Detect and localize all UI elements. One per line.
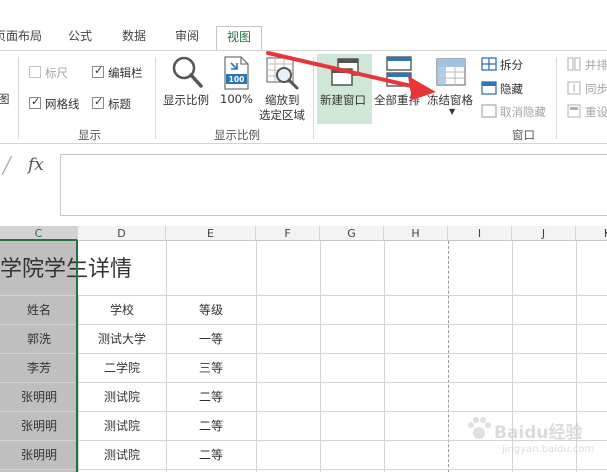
show-group-label: 显示: [78, 128, 101, 142]
header-cell-school[interactable]: 学校: [78, 296, 166, 324]
formula-buttons: ╱ fx: [0, 154, 56, 180]
reset-position-icon: [567, 104, 581, 118]
hide-icon: [481, 81, 497, 95]
column-header-row: C D E F G H I J K: [0, 226, 607, 241]
watermark-text: Baidu经验: [494, 423, 583, 443]
cell-school[interactable]: 测试院: [78, 412, 166, 440]
gridline: [0, 469, 607, 470]
cell-name[interactable]: 张明明: [0, 412, 78, 440]
freeze-panes-icon: [436, 58, 466, 86]
unhide-icon: [481, 104, 497, 118]
tab-page-layout[interactable]: 页面布局: [0, 29, 42, 49]
zoom-selection-label-1: 缩放到: [265, 93, 300, 107]
column-header-i[interactable]: I: [448, 226, 512, 241]
paw-logo-icon: [468, 417, 491, 439]
selected-column-border: [76, 241, 78, 472]
tab-view[interactable]: 视图: [216, 26, 263, 51]
new-window-label: 新建窗口: [320, 93, 366, 107]
column-header-k[interactable]: K: [576, 226, 607, 241]
gridline: [256, 241, 257, 472]
column-header-h[interactable]: H: [384, 226, 448, 241]
reset-position-label: 重设: [585, 105, 607, 119]
sync-scroll-label: 同步: [585, 82, 607, 96]
arrange-all-label: 全部重排: [374, 93, 420, 107]
side-by-side-label: 并排: [585, 58, 607, 72]
cell-name[interactable]: 张明明: [0, 383, 78, 411]
cell-school[interactable]: 测试院: [78, 441, 166, 469]
column-header-j[interactable]: J: [512, 226, 576, 241]
column-header-c[interactable]: C: [0, 226, 78, 241]
cancel-entry-icon[interactable]: ╱: [2, 156, 12, 175]
tab-review[interactable]: 审阅: [175, 29, 199, 49]
ruler-checkbox[interactable]: [29, 66, 41, 78]
ribbon-partial-label: 图: [0, 92, 10, 106]
cell-grade[interactable]: 一等: [166, 325, 256, 353]
gridlines-label: 网格线: [45, 97, 80, 111]
cell-grade[interactable]: 三等: [166, 354, 256, 382]
cell-grade[interactable]: 二等: [166, 412, 256, 440]
formula-input[interactable]: [60, 154, 607, 216]
column-header-f[interactable]: F: [256, 226, 320, 241]
watermark-url: jingyan.baidu.com: [502, 444, 595, 455]
header-cell-name[interactable]: 姓名: [0, 296, 78, 324]
zoom-selection-label-2: 选定区域: [259, 108, 305, 122]
chevron-down-icon: ▼: [449, 107, 456, 116]
ribbon: 图 标尺 编辑栏 网格线 标题 显示 显示比例 100 100%: [0, 50, 607, 144]
gridlines-checkbox[interactable]: [29, 95, 41, 109]
split-label: 拆分: [500, 58, 523, 72]
gridline: [384, 241, 385, 472]
page-break-line: [448, 241, 449, 472]
hide-label: 隐藏: [500, 82, 523, 96]
unhide-label: 取消隐藏: [500, 105, 546, 119]
split-icon: [481, 57, 497, 71]
sheet-title-cell[interactable]: 学院学生详情: [0, 250, 132, 290]
formula-bar: ╱ fx: [0, 144, 607, 226]
ribbon-tab-bar: 页面布局 公式 数据 审阅 视图: [0, 0, 607, 51]
tab-formulas[interactable]: 公式: [68, 29, 92, 49]
cell-name[interactable]: 郭洗: [0, 325, 78, 353]
formula-bar-label: 编辑栏: [108, 66, 143, 80]
freeze-panes-label: 冻结窗格: [427, 93, 473, 107]
header-cell-grade[interactable]: 等级: [166, 296, 256, 324]
cell-school[interactable]: 测试大学: [78, 325, 166, 353]
new-window-icon: [331, 58, 359, 86]
formula-bar-checkbox[interactable]: [92, 64, 104, 78]
window-group-label: 窗口: [512, 128, 535, 142]
group-separator: [313, 57, 314, 139]
column-header-g[interactable]: G: [320, 226, 384, 241]
arrange-all-icon: [386, 56, 412, 87]
cell-grade[interactable]: 二等: [166, 441, 256, 469]
cell-grade[interactable]: 二等: [166, 383, 256, 411]
cell-name[interactable]: 张明明: [0, 441, 78, 469]
gridline: [320, 241, 321, 472]
insert-function-icon[interactable]: fx: [28, 155, 44, 175]
headings-label: 标题: [108, 97, 131, 111]
zoom-group-label: 显示比例: [214, 128, 260, 142]
zoom-100-icon: 100: [224, 56, 249, 90]
tab-data[interactable]: 数据: [122, 29, 146, 49]
sync-scroll-icon: [567, 81, 581, 95]
headings-checkbox[interactable]: [92, 95, 104, 109]
zoom-label: 显示比例: [163, 93, 209, 107]
cell-school[interactable]: 测试院: [78, 383, 166, 411]
zoom-100-label: 100%: [220, 92, 253, 106]
magnifier-icon: [172, 56, 203, 88]
zoom-100-badge: 100: [229, 75, 245, 84]
group-separator: [155, 57, 156, 139]
group-separator: [18, 57, 19, 139]
side-by-side-icon: [567, 57, 581, 71]
column-header-d[interactable]: D: [78, 226, 166, 241]
cell-school[interactable]: 二学院: [78, 354, 166, 382]
group-separator: [556, 57, 557, 139]
column-header-e[interactable]: E: [166, 226, 256, 241]
cell-name[interactable]: 李芳: [0, 354, 78, 382]
zoom-selection-icon: [266, 57, 299, 90]
ruler-label: 标尺: [45, 66, 68, 80]
watermark: Baidu经验 jingyan.baidu.com: [466, 408, 606, 468]
